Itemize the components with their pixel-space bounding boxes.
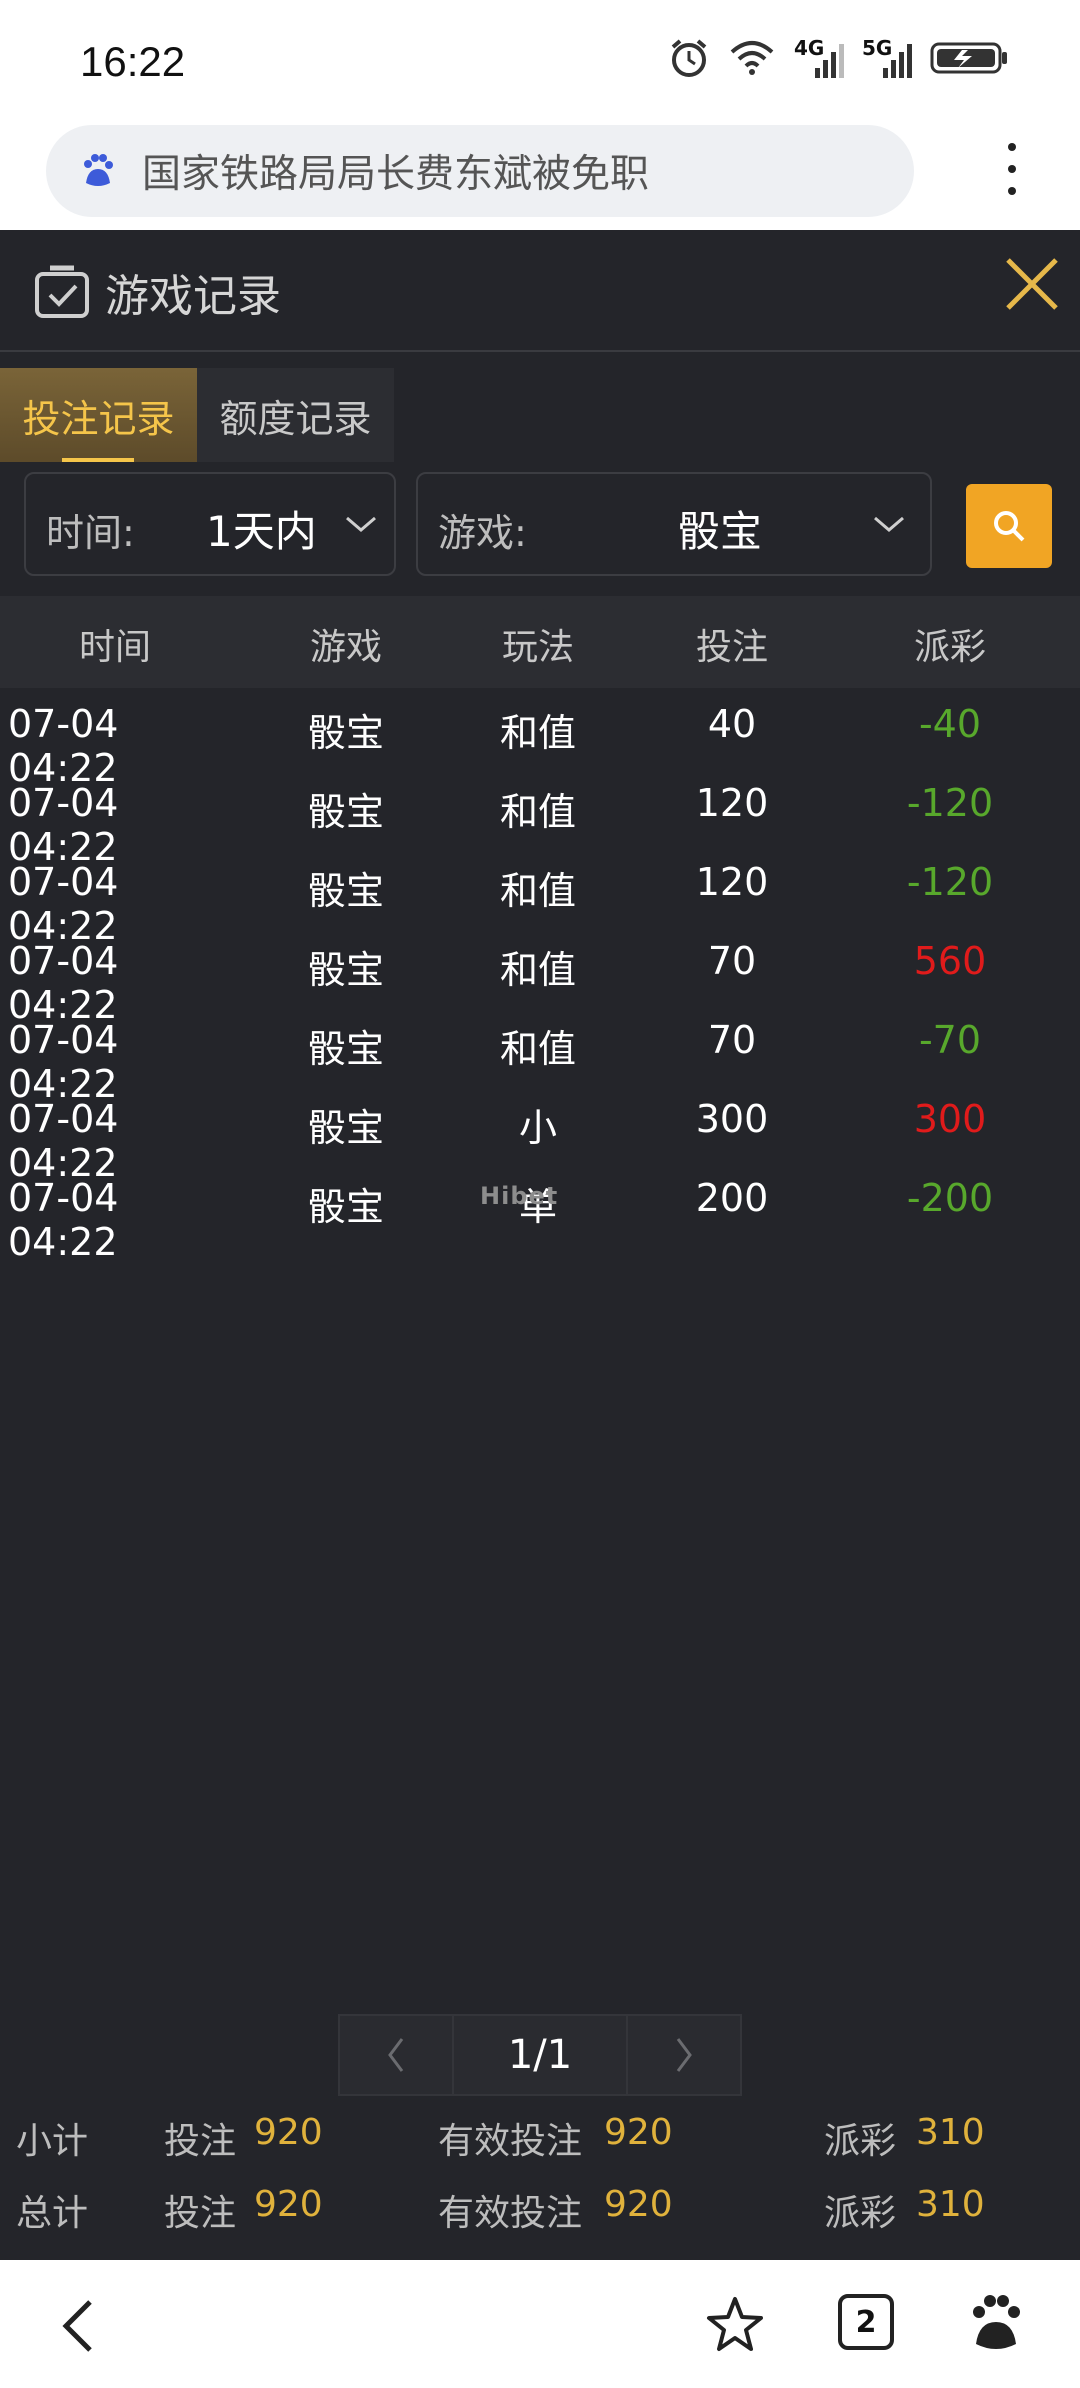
total-bet-label: 投注 bbox=[164, 2193, 237, 2234]
time-filter[interactable]: 时间: 1天内 bbox=[24, 472, 396, 576]
tab-count-button[interactable]: 2 bbox=[838, 2294, 894, 2350]
subtotal-bet-value: 920 bbox=[254, 2112, 323, 2153]
cell-game: 骰宝 bbox=[307, 869, 384, 913]
game-filter[interactable]: 游戏: 骰宝 bbox=[416, 472, 932, 576]
table-row: 07-04 04:22 骰宝 和值 120 -120 bbox=[0, 767, 1080, 869]
cell-play: 和值 bbox=[499, 1027, 576, 1071]
subtotal-payout-value: 310 bbox=[916, 2112, 985, 2153]
table-row: 07-04 04:22 骰宝 和值 70 560 bbox=[0, 925, 1080, 1027]
record-tabs: 投注记录 额度记录 bbox=[0, 368, 394, 462]
dialog-header: 游戏记录 bbox=[0, 230, 1080, 352]
cell-play: 和值 bbox=[499, 869, 576, 913]
cell-payout: 300 bbox=[913, 1097, 987, 1141]
chevron-right-icon bbox=[676, 2038, 692, 2072]
table-row: 07-04 04:22 骰宝 和值 120 -120 bbox=[0, 846, 1080, 948]
table-row: 07-04 04:22 骰宝 和值 70 -70 bbox=[0, 1004, 1080, 1106]
close-icon[interactable] bbox=[1000, 252, 1064, 316]
cell-play: 和值 bbox=[499, 711, 576, 755]
cell-payout: -120 bbox=[906, 860, 994, 904]
search-query: 国家铁路局局长费东斌被免职 bbox=[142, 152, 650, 197]
cell-bet: 120 bbox=[695, 781, 769, 825]
subtotal-bet-label: 投注 bbox=[164, 2121, 237, 2162]
wifi-icon bbox=[730, 41, 774, 75]
time-filter-value: 1天内 bbox=[206, 507, 317, 556]
table-row: 07-04 04:22 骰宝 小 300 300 bbox=[0, 1083, 1080, 1185]
baidu-logo-icon bbox=[84, 154, 113, 186]
cell-bet: 300 bbox=[695, 1097, 769, 1141]
col-play: 玩法 bbox=[501, 627, 574, 668]
dialog-title: 游戏记录 bbox=[105, 271, 281, 322]
table-row: 07-04 04:22 骰宝 和值 40 -40 bbox=[0, 688, 1080, 790]
total-label: 总计 bbox=[16, 2193, 89, 2234]
chevron-down-icon bbox=[346, 516, 376, 532]
signal-4g-icon: 4G bbox=[794, 36, 844, 80]
subtotal-label: 小计 bbox=[16, 2121, 89, 2162]
cell-game: 骰宝 bbox=[307, 790, 384, 834]
col-payout: 派彩 bbox=[913, 627, 986, 668]
search-bar[interactable]: 国家铁路局局长费东斌被免职 bbox=[46, 125, 914, 217]
search-button[interactable] bbox=[966, 484, 1052, 568]
total-payout-value: 310 bbox=[916, 2184, 985, 2225]
tab-bet-records[interactable]: 投注记录 bbox=[0, 368, 197, 462]
cell-game: 骰宝 bbox=[307, 711, 384, 755]
bookmark-star-icon[interactable] bbox=[704, 2294, 766, 2356]
tab-credit-records[interactable]: 额度记录 bbox=[197, 368, 394, 462]
cell-play: 小 bbox=[518, 1106, 557, 1150]
game-filter-label: 游戏: bbox=[438, 511, 527, 555]
cell-play: 和值 bbox=[499, 790, 576, 834]
chevron-down-icon bbox=[874, 516, 904, 532]
status-time: 16:22 bbox=[80, 38, 186, 85]
cell-time: 07-04 04:22 bbox=[8, 1176, 119, 1264]
cell-game: 骰宝 bbox=[307, 1106, 384, 1150]
cell-game: 骰宝 bbox=[307, 1185, 384, 1229]
col-game: 游戏 bbox=[309, 627, 382, 668]
subtotal-payout-label: 派彩 bbox=[824, 2121, 897, 2162]
page-indicator: 1/1 bbox=[454, 2014, 626, 2096]
game-filter-value: 骰宝 bbox=[678, 507, 763, 556]
total-bet-value: 920 bbox=[254, 2184, 323, 2225]
total-payout-label: 派彩 bbox=[824, 2193, 897, 2234]
cell-payout: -70 bbox=[918, 1018, 982, 1062]
cell-payout: 560 bbox=[913, 939, 987, 983]
cell-bet: 120 bbox=[695, 860, 769, 904]
cell-payout: -120 bbox=[906, 781, 994, 825]
cell-bet: 70 bbox=[707, 939, 757, 983]
signal-5g-icon: 5G bbox=[862, 36, 912, 80]
subtotal-valid-value: 920 bbox=[604, 2112, 673, 2153]
total-valid-label: 有效投注 bbox=[438, 2193, 583, 2234]
col-bet: 投注 bbox=[695, 627, 768, 668]
back-icon[interactable] bbox=[56, 2296, 100, 2356]
status-icons: 4G 5G bbox=[668, 36, 1010, 80]
status-bar: 16:22 4G 5G bbox=[0, 0, 1080, 115]
total-row: 总计 投注 920 有效投注 920 派彩 310 bbox=[0, 2170, 1080, 2242]
cell-payout: -200 bbox=[906, 1176, 994, 1220]
alarm-icon bbox=[671, 39, 707, 77]
record-icon bbox=[35, 265, 89, 318]
subtotal-row: 小计 投注 920 有效投注 920 派彩 310 bbox=[0, 2098, 1080, 2170]
cell-bet: 200 bbox=[695, 1176, 769, 1220]
table-body: 07-04 04:22 骰宝 和值 40 -40 07-04 04:22 骰宝 … bbox=[0, 688, 1080, 1264]
next-page-button[interactable] bbox=[626, 2014, 742, 2096]
table-header: 时间 游戏 玩法 投注 派彩 bbox=[0, 596, 1080, 688]
cell-bet: 70 bbox=[707, 1018, 757, 1062]
time-filter-label: 时间: bbox=[46, 511, 135, 555]
cell-game: 骰宝 bbox=[307, 948, 384, 992]
more-menu-icon[interactable] bbox=[1000, 143, 1024, 203]
battery-icon bbox=[930, 42, 1007, 74]
subtotal-valid-label: 有效投注 bbox=[438, 2121, 583, 2162]
cell-play: 和值 bbox=[499, 948, 576, 992]
total-valid-value: 920 bbox=[604, 2184, 673, 2225]
bottom-nav: 2 bbox=[0, 2260, 1080, 2388]
cell-bet: 40 bbox=[707, 702, 757, 746]
search-icon bbox=[994, 511, 1025, 542]
baidu-paw-icon[interactable] bbox=[966, 2292, 1026, 2356]
cell-payout: -40 bbox=[918, 702, 982, 746]
col-time: 时间 bbox=[78, 627, 151, 668]
cell-game: 骰宝 bbox=[307, 1027, 384, 1071]
browser-bar: 国家铁路局局长费东斌被免职 bbox=[0, 115, 1080, 230]
prev-page-button[interactable] bbox=[338, 2014, 454, 2096]
pagination: 1/1 bbox=[338, 2014, 742, 2096]
watermark: Hibet bbox=[480, 1182, 559, 1210]
chevron-left-icon bbox=[388, 2038, 404, 2072]
